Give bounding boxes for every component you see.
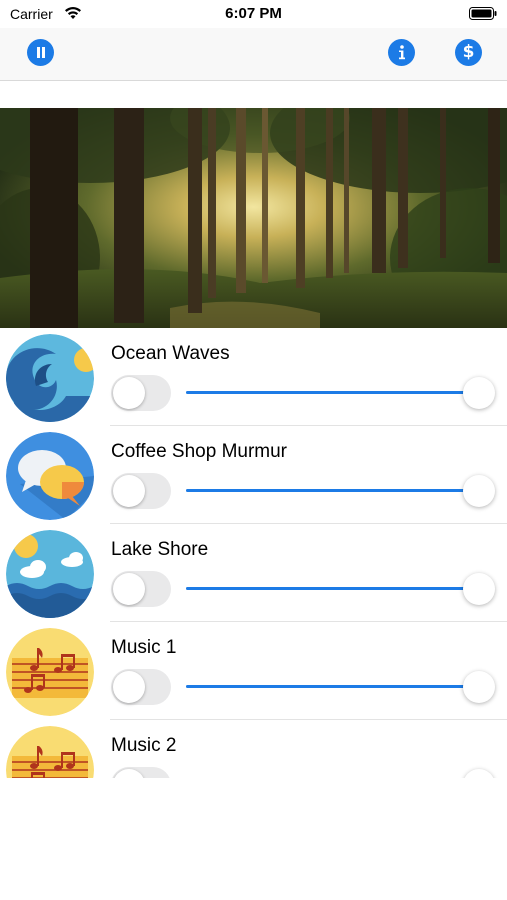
screen: Carrier 6:07 PM $ Ocean Waves Coffee Sho… [0,0,507,900]
slider-thumb[interactable] [462,573,495,605]
dollar-button[interactable]: $ [455,39,482,66]
info-icon [398,45,405,60]
forest-image [0,108,507,328]
sound-row-ocean-waves: Ocean Waves [0,328,507,426]
toolbar: $ [0,28,507,81]
slider-thumb[interactable] [462,377,495,409]
slider-fill [186,391,479,394]
sound-title: Coffee Shop Murmur [111,441,288,462]
slider-thumb[interactable] [462,475,495,507]
toggle-knob [113,377,145,409]
sound-title: Music 2 [111,735,177,756]
slider-fill [186,685,479,688]
sound-toggle[interactable] [111,473,171,509]
status-bar: Carrier 6:07 PM [0,0,507,28]
sound-toggle[interactable] [111,375,171,411]
lake-shore-icon [6,530,94,618]
music-notes-icon [6,628,94,716]
slider-fill [186,489,479,492]
pause-icon [36,47,45,58]
volume-slider[interactable] [186,473,495,509]
chat-bubbles-icon [6,432,94,520]
sound-toggle[interactable] [111,767,171,778]
toggle-knob [113,573,145,605]
toggle-knob [113,475,145,507]
toggle-knob [113,769,145,778]
sound-toggle[interactable] [111,669,171,705]
info-button[interactable] [388,39,415,66]
dollar-icon: $ [462,42,475,62]
sound-row-coffee-shop: Coffee Shop Murmur [0,426,507,524]
ocean-waves-icon [6,334,94,422]
sound-toggle[interactable] [111,571,171,607]
volume-slider[interactable] [186,767,495,778]
pause-button[interactable] [27,39,54,66]
sound-title: Music 1 [111,637,177,658]
sound-title: Lake Shore [111,539,209,560]
volume-slider[interactable] [186,571,495,607]
music-notes-icon [6,726,94,778]
volume-slider[interactable] [186,375,495,411]
sound-row-music-2: Music 2 [0,720,507,778]
sound-title: Ocean Waves [111,343,230,364]
clock: 6:07 PM [225,5,282,22]
volume-slider[interactable] [186,669,495,705]
battery-icon [469,7,497,20]
sound-list: Ocean Waves Coffee Shop Murmur Lake Shor… [0,328,507,778]
toggle-knob [113,671,145,703]
slider-thumb[interactable] [462,769,495,778]
slider-thumb[interactable] [462,671,495,703]
sound-row-lake-shore: Lake Shore [0,524,507,622]
sound-row-music-1: Music 1 [0,622,507,720]
slider-fill [186,587,479,590]
